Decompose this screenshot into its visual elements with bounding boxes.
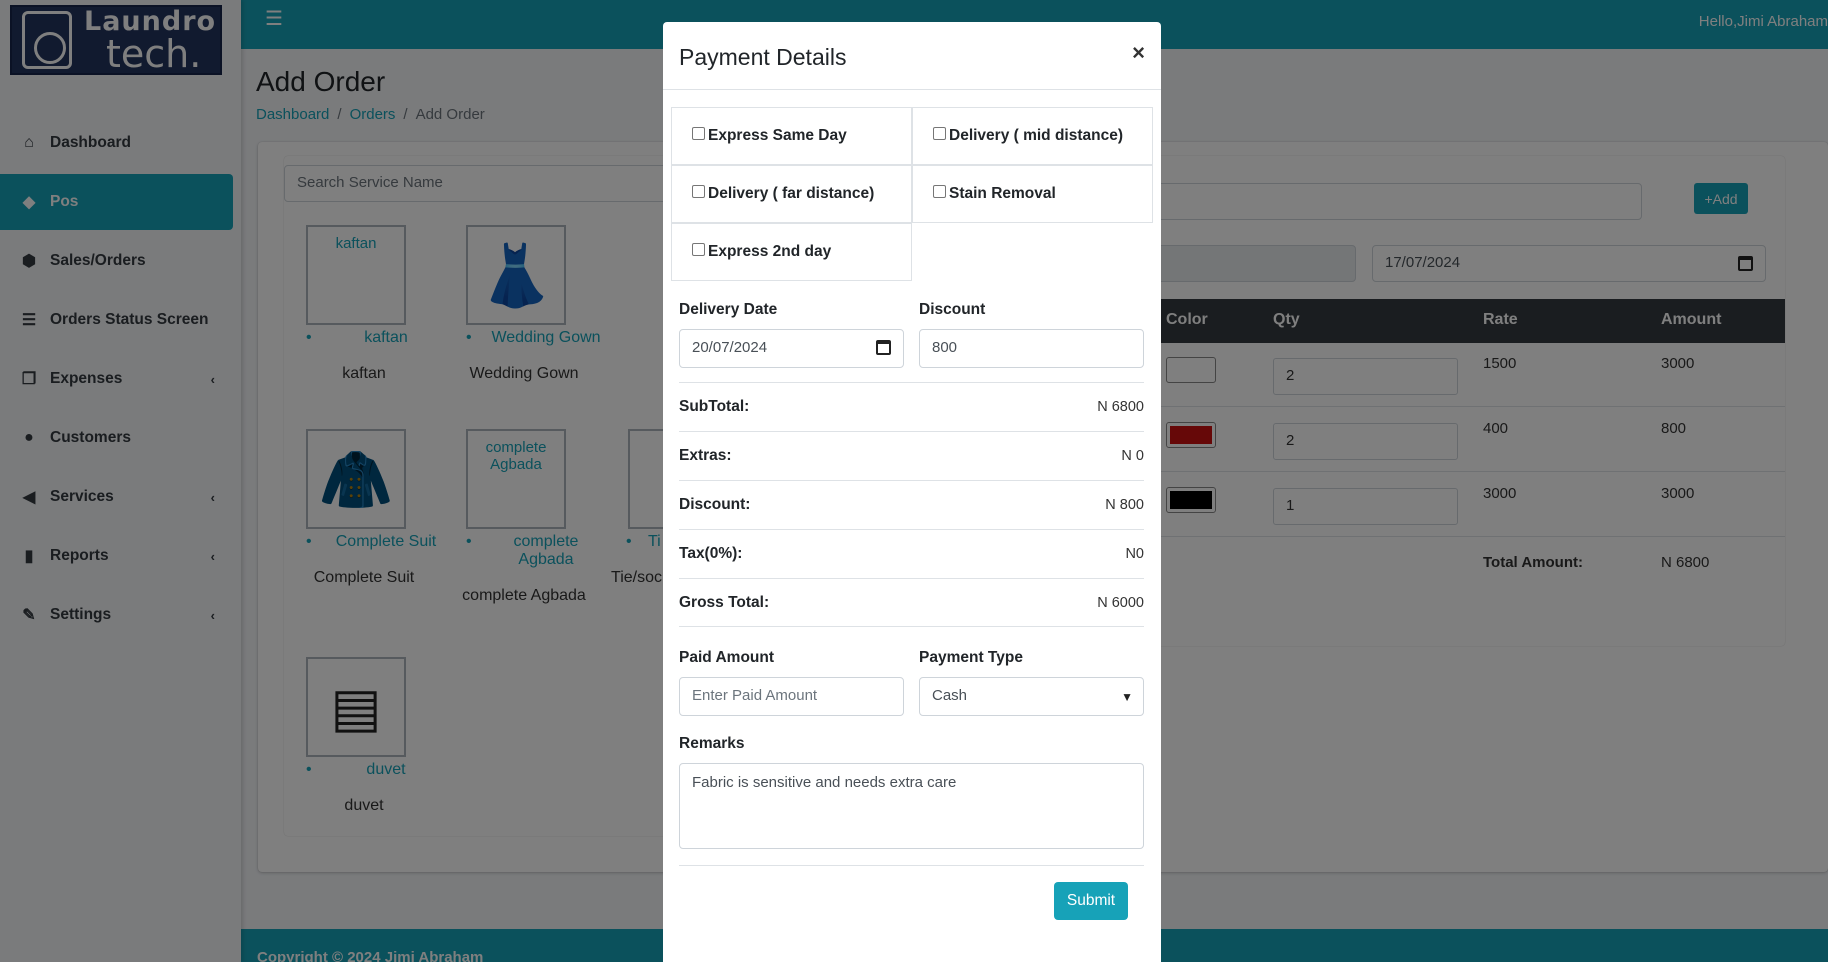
remarks-label: Remarks xyxy=(679,735,745,752)
discount-input[interactable]: 800 xyxy=(919,329,1144,368)
option-delivery-mid[interactable]: Delivery ( mid distance) xyxy=(912,107,1153,165)
delivery-date-value: 20/07/2024 xyxy=(692,339,768,356)
chevron-down-icon: ▼ xyxy=(1121,690,1133,704)
summary-value: N 6000 xyxy=(1097,594,1144,611)
paid-amount-label: Paid Amount xyxy=(679,649,775,666)
checkbox[interactable] xyxy=(692,185,705,198)
submit-button[interactable]: Submit xyxy=(1054,882,1128,920)
summary-row-tax: Tax(0%): N0 xyxy=(679,529,1144,578)
close-icon[interactable]: × xyxy=(1132,40,1145,66)
option-label: Express Same Day xyxy=(708,127,847,144)
summary-value: N 0 xyxy=(1121,448,1144,464)
checkbox[interactable] xyxy=(692,127,705,140)
summary-key: Extras: xyxy=(679,447,732,464)
calendar-icon[interactable] xyxy=(876,340,891,355)
option-stain-removal[interactable]: Stain Removal xyxy=(912,165,1153,223)
option-label: Express 2nd day xyxy=(708,243,832,260)
summary-key: Discount: xyxy=(679,496,751,513)
option-express-same-day[interactable]: Express Same Day xyxy=(671,107,912,165)
discount-label: Discount xyxy=(919,301,986,318)
modal-title: Payment Details xyxy=(679,44,847,70)
paid-amount-input[interactable]: Enter Paid Amount xyxy=(679,677,904,716)
option-label: Stain Removal xyxy=(949,185,1056,202)
option-delivery-far[interactable]: Delivery ( far distance) xyxy=(671,165,912,223)
modal-header: Payment Details × xyxy=(663,22,1161,90)
payment-type-value: Cash xyxy=(932,687,968,704)
option-label: Delivery ( mid distance) xyxy=(949,127,1124,144)
modal-footer-divider xyxy=(679,865,1144,866)
checkbox[interactable] xyxy=(933,185,946,198)
summary-row-discount: Discount: N 800 xyxy=(679,480,1144,529)
summary-row-subtotal: SubTotal: N 6800 xyxy=(679,382,1144,431)
delivery-date-input[interactable]: 20/07/2024 xyxy=(679,329,904,368)
checkbox[interactable] xyxy=(933,127,946,140)
summary-value: N 800 xyxy=(1105,497,1144,513)
payment-details-modal: Payment Details × Express Same Day Deliv… xyxy=(663,22,1161,962)
checkbox[interactable] xyxy=(692,243,705,256)
payment-type-select[interactable]: Cash ▼ xyxy=(919,677,1144,716)
summary-row-extras: Extras: N 0 xyxy=(679,431,1144,480)
option-label: Delivery ( far distance) xyxy=(708,185,875,202)
summary-key: SubTotal: xyxy=(679,398,750,415)
summary-value: N 6800 xyxy=(1097,399,1144,415)
summary-row-gross-total: Gross Total: N 6000 xyxy=(679,578,1144,627)
payment-type-label: Payment Type xyxy=(919,649,1023,666)
summary-key: Tax(0%): xyxy=(679,545,743,562)
delivery-date-label: Delivery Date xyxy=(679,301,778,318)
summary-value: N0 xyxy=(1125,546,1144,562)
remarks-textarea[interactable]: Fabric is sensitive and needs extra care xyxy=(679,763,1144,849)
option-express-2nd-day[interactable]: Express 2nd day xyxy=(671,223,912,281)
summary-key: Gross Total: xyxy=(679,593,770,611)
